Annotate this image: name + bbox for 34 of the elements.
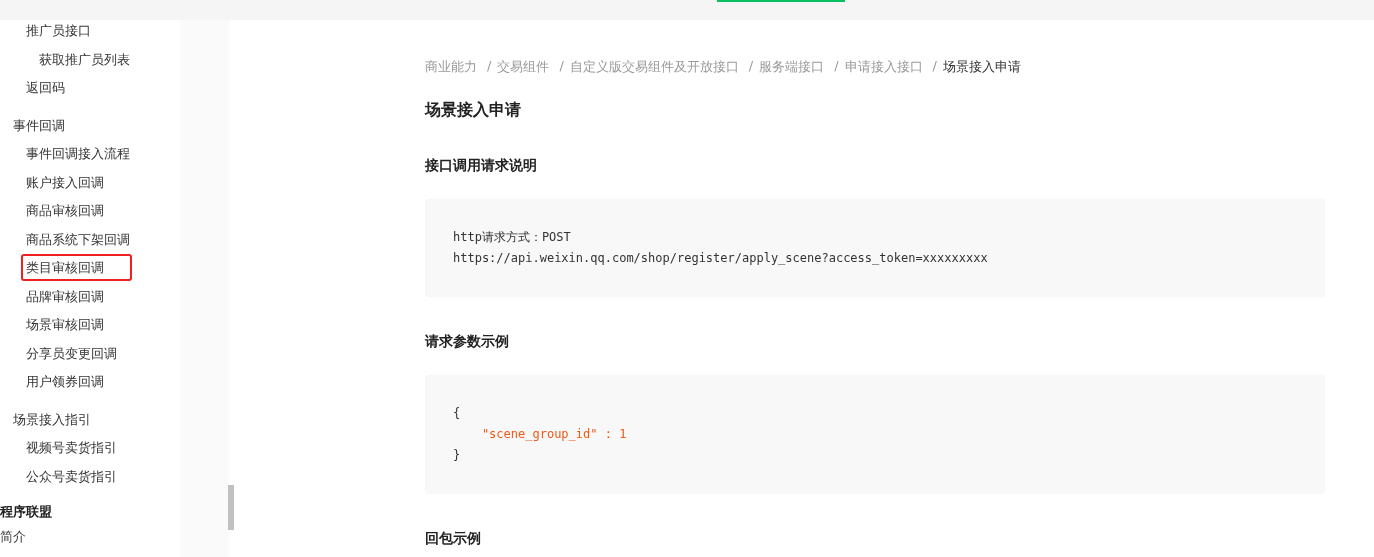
sidebar-item[interactable]: 账户接入回调 bbox=[21, 170, 109, 194]
code-line: { bbox=[453, 405, 462, 422]
breadcrumb-separator: / bbox=[834, 58, 839, 75]
active-tab-indicator[interactable] bbox=[717, 0, 845, 2]
page-title: 场景接入申请 bbox=[425, 100, 522, 121]
sidebar-item[interactable]: 商品系统下架回调 bbox=[21, 227, 135, 251]
breadcrumb-separator: / bbox=[748, 58, 754, 75]
section-heading: 接口调用请求说明 bbox=[425, 157, 538, 175]
sidebar-item[interactable]: 场景接入指引 bbox=[8, 407, 96, 431]
breadcrumb-separator: / bbox=[559, 58, 564, 75]
breadcrumb-separator: / bbox=[932, 58, 937, 75]
code-line: "scene_group_id" : 1 bbox=[480, 426, 628, 443]
sidebar-item[interactable]: 类目审核回调 bbox=[21, 254, 132, 281]
sidebar-item[interactable]: 分享员变更回调 bbox=[21, 341, 122, 365]
code-line: http请求方式：POST bbox=[453, 229, 572, 246]
sidebar-item[interactable]: 场景审核回调 bbox=[21, 313, 109, 336]
sidebar-section-title[interactable]: 程序联盟 bbox=[0, 500, 229, 524]
sidebar-item[interactable]: 视频号卖货指引 bbox=[21, 436, 122, 459]
sidebar-item[interactable]: 事件回调接入流程 bbox=[21, 142, 135, 165]
sidebar-item[interactable]: 返回码 bbox=[21, 76, 70, 99]
sidebar-item[interactable]: 用户领券回调 bbox=[21, 370, 109, 393]
section-heading: 请求参数示例 bbox=[425, 333, 510, 351]
sidebar-item[interactable]: 商品审核回调 bbox=[21, 199, 109, 222]
sidebar-item[interactable]: 推广员接口 bbox=[21, 19, 96, 42]
sidebar-item[interactable]: 事件回调 bbox=[8, 113, 70, 137]
section-heading: 回包示例 bbox=[425, 530, 482, 548]
sidebar-item[interactable]: 品牌审核回调 bbox=[21, 284, 109, 308]
sidebar-item[interactable]: 获取推广员列表 bbox=[34, 47, 135, 71]
code-line: } bbox=[453, 447, 462, 464]
scrollbar-thumb[interactable] bbox=[228, 485, 234, 530]
sidebar-item[interactable]: 公众号卖货指引 bbox=[21, 464, 122, 488]
breadcrumb-separator: / bbox=[487, 58, 492, 75]
sidebar-item[interactable]: 简介 bbox=[0, 524, 229, 550]
code-line: https://api.weixin.qq.com/shop/register/apply_scene?access_token=xxxxxxxxx bbox=[453, 250, 989, 267]
